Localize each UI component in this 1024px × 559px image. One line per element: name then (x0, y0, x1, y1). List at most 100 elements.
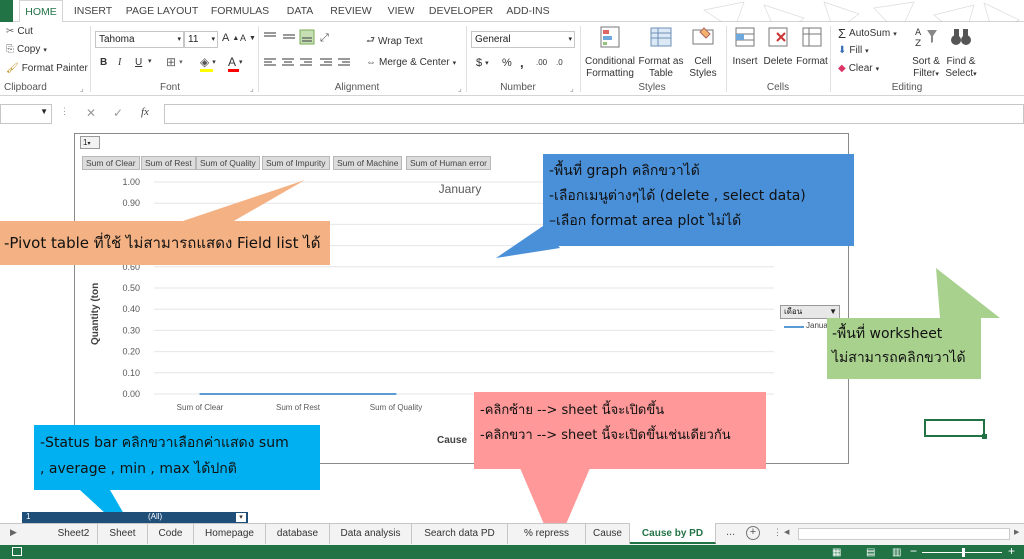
bold-button[interactable]: B (100, 57, 107, 68)
scroll-tabs-right-icon[interactable]: ▶ (10, 527, 17, 538)
conditional-formatting-button[interactable]: Conditional Formatting (584, 24, 636, 80)
format-as-table-button[interactable]: Format as Table (638, 24, 684, 80)
horizontal-align-icons[interactable] (262, 56, 362, 70)
increase-decimal-button[interactable]: .00 (536, 58, 547, 67)
currency-button[interactable]: $ ▾ (476, 57, 489, 69)
cancel-icon[interactable]: ✕ (86, 106, 96, 120)
merge-center-button[interactable]: ⇔ Merge & Center ▾ (366, 57, 456, 68)
enter-icon[interactable]: ✓ (113, 106, 123, 120)
group-divider (580, 26, 581, 92)
sheet-tab[interactable]: Sheet2 (50, 523, 98, 544)
tab-formulas[interactable]: FORMULAS (207, 0, 273, 22)
alignment-launcher-icon[interactable]: ⌟ (458, 84, 462, 93)
font-size-select[interactable]: 11 ▾ (184, 31, 218, 48)
conditional-formatting-icon (600, 26, 620, 48)
sheet-tab[interactable]: Data analysis (330, 523, 412, 544)
wrap-icon: ⮐ (366, 35, 375, 46)
sheet-tab[interactable]: Homepage (194, 523, 266, 544)
tab-add-ins[interactable]: ADD-INS (500, 0, 556, 22)
clipboard-group-label: Clipboard (4, 82, 47, 93)
sheet-tab[interactable]: Search data PD (412, 523, 508, 544)
copy-button[interactable]: ⎘ Copy ▾ (6, 44, 47, 55)
format-painter-button[interactable]: 🖌 Format Painter (6, 63, 88, 74)
page-break-view-icon[interactable]: ▥ (892, 547, 901, 558)
scroll-right-icon[interactable]: ▶ (1014, 528, 1019, 536)
fill-color-swatch (200, 69, 213, 72)
vertical-align-icons[interactable]: ⤢ (262, 29, 342, 45)
sort-filter-button[interactable]: AZ Sort & Filter▾ (908, 24, 944, 81)
tab-insert[interactable]: INSERT (70, 0, 116, 22)
borders-icon[interactable]: ⊞ ▾ (166, 55, 183, 69)
scroll-left-icon[interactable]: ◀ (784, 528, 792, 536)
chevron-down-icon: ▾ (43, 46, 47, 54)
new-sheet-button[interactable]: + (746, 526, 760, 540)
italic-button[interactable]: I (118, 57, 121, 68)
clipboard-launcher-icon[interactable]: ⌟ (80, 84, 84, 93)
sheet-tab[interactable]: Sheet (98, 523, 148, 544)
font-name-select[interactable]: Tahoma ▾ (95, 31, 184, 48)
filter-dropdown-icon[interactable]: ▾ (236, 513, 246, 522)
clear-button[interactable]: ◆ Clear ▾ (838, 63, 879, 74)
table-icon (650, 27, 672, 47)
sheet-tab[interactable]: Code (148, 523, 194, 544)
page-layout-view-icon[interactable]: ▤ (866, 547, 875, 558)
tab-page-layout[interactable]: PAGE LAYOUT (124, 0, 200, 22)
wrap-text-button[interactable]: ⮐ Wrap Text (366, 33, 423, 50)
tab-developer[interactable]: DEVELOPER (428, 0, 494, 22)
format-cells-button[interactable]: Format (796, 24, 828, 68)
sheet-tab[interactable]: % repress (508, 523, 586, 544)
group-divider (726, 26, 727, 92)
chevron-down-icon[interactable]: ▾ (148, 57, 152, 65)
chevron-down-icon: ▾ (893, 30, 897, 38)
tabs-callout: -คลิกซ้าย --> sheet นี้จะเปิดขึ้น -คลิกข… (474, 392, 766, 469)
zoom-slider-thumb[interactable] (962, 548, 965, 557)
tab-home[interactable]: HOME (19, 0, 63, 23)
cut-button[interactable]: ✂ Cut (6, 26, 33, 37)
font-launcher-icon[interactable]: ⌟ (250, 84, 254, 93)
underline-button[interactable]: U (135, 57, 142, 68)
fill-button[interactable]: ⬇ Fill ▾ (838, 45, 869, 56)
number-launcher-icon[interactable]: ⌟ (570, 84, 574, 93)
fill-color-icon[interactable]: ◈ ▾ (200, 55, 216, 69)
chevron-down-icon: ▾ (452, 59, 457, 67)
font-color-icon[interactable]: A ▾ (228, 55, 243, 69)
delete-cells-button[interactable]: Delete (762, 24, 794, 68)
tab-view[interactable]: VIEW (381, 0, 421, 22)
formula-input[interactable] (164, 104, 1024, 124)
number-format-select[interactable]: General ▾ (471, 31, 575, 48)
more-tabs-button[interactable]: ... (726, 526, 735, 538)
copy-icon: ⎘ (6, 44, 14, 55)
tab-data[interactable]: DATA (279, 0, 321, 22)
normal-view-icon[interactable]: ▦ (832, 547, 841, 558)
editing-group-label: Editing (891, 82, 923, 93)
zoom-in-icon[interactable]: + (1008, 544, 1015, 558)
insert-cells-button[interactable]: Insert (730, 24, 760, 68)
ribbon-menu-bar: HOME INSERT PAGE LAYOUT FORMULAS DATA RE… (0, 0, 1024, 23)
cell-styles-button[interactable]: Cell Styles (686, 24, 720, 80)
sort-filter-icon: AZ (915, 28, 937, 49)
pivot-callout: -Pivot table ที่ใช้ ไม่สามารถแสดง Field … (0, 221, 330, 265)
zoom-out-icon[interactable]: − (910, 544, 917, 558)
decrease-decimal-button[interactable]: .0 (556, 58, 563, 67)
file-tab[interactable] (0, 0, 13, 22)
comma-button[interactable]: , (520, 55, 524, 70)
sheet-tab[interactable]: Cause (586, 523, 630, 544)
styles-group-label: Styles (638, 82, 666, 93)
insert-function-button[interactable]: fx (141, 106, 149, 118)
group-divider (830, 26, 831, 92)
percent-button[interactable]: % (502, 57, 512, 69)
sheet-tab[interactable]: database (266, 523, 330, 544)
tab-review[interactable]: REVIEW (328, 0, 374, 22)
tab-split-grip-icon[interactable]: ⋮ (773, 527, 782, 538)
shrink-font-button[interactable]: A ▼ (240, 33, 256, 43)
find-select-button[interactable]: Find & Select▾ (944, 24, 978, 81)
chevron-down-icon: ▾ (568, 36, 572, 43)
status-callout: -Status bar คลิกขวาเลือกค่าแสดง sum , av… (34, 425, 320, 490)
svg-text:Z: Z (915, 39, 921, 49)
grow-font-button[interactable]: A ▲ (222, 32, 239, 44)
autosum-button[interactable]: Σ AutoSum ▾ (838, 26, 897, 41)
name-box[interactable]: ▼ (0, 104, 52, 124)
sheet-tab-active[interactable]: Cause by PD (630, 523, 716, 544)
macro-record-icon[interactable] (12, 547, 22, 556)
horizontal-scrollbar[interactable] (798, 528, 1010, 540)
